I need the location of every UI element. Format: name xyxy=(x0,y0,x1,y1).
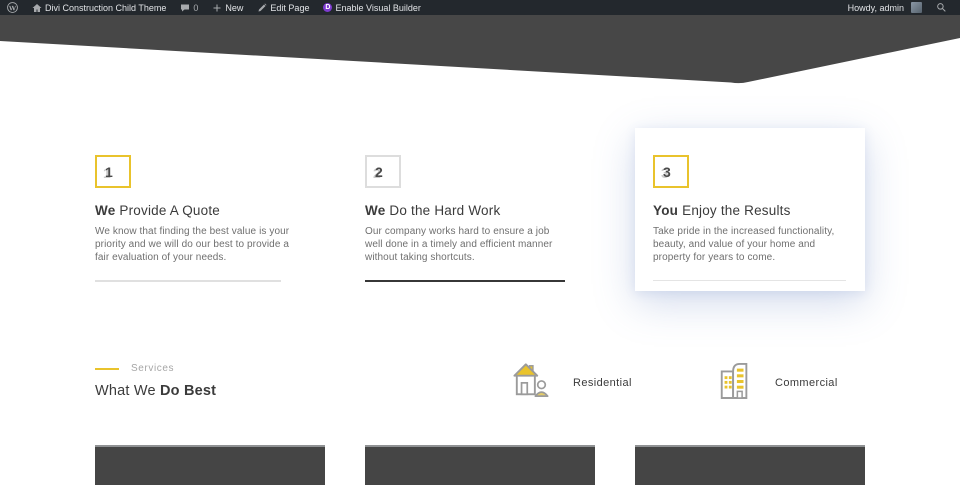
house-icon xyxy=(513,360,551,405)
comments-link[interactable]: 0 xyxy=(173,0,205,15)
step-description: Take pride in the increased functionalit… xyxy=(653,226,835,263)
pencil-icon xyxy=(257,3,267,13)
step-column-3-card: 3 You Enjoy the Results Take pride in the… xyxy=(635,128,865,291)
admin-search[interactable] xyxy=(929,0,954,15)
enable-visual-builder-link[interactable]: D Enable Visual Builder xyxy=(316,0,427,15)
building-icon xyxy=(717,360,753,405)
search-icon xyxy=(936,2,947,13)
site-name-link[interactable]: Divi Construction Child Theme xyxy=(25,0,173,15)
step-title-emphasis: We xyxy=(95,203,116,218)
comments-icon xyxy=(180,3,190,13)
services-title: What We Do Best xyxy=(95,383,216,399)
step-description: Our company works hard to ensure a job w… xyxy=(365,226,553,263)
howdy-label: Howdy, admin xyxy=(847,2,904,13)
step-title-rest: Provide A Quote xyxy=(119,203,220,218)
services-eyebrow: Services xyxy=(95,363,216,374)
step-number-box: 1 xyxy=(95,155,131,188)
admin-bar-right: Howdy, admin xyxy=(841,0,960,15)
step-title-emphasis: We xyxy=(365,203,386,218)
new-content-menu[interactable]: New xyxy=(205,0,250,15)
edit-page-link[interactable]: Edit Page xyxy=(250,0,316,15)
plus-icon xyxy=(212,3,222,13)
project-image[interactable] xyxy=(365,445,595,485)
page: Divi Construction Child Theme 0 New Edit… xyxy=(0,0,960,485)
step-column-2: 2 We Do the Hard Work Our company works h… xyxy=(365,128,595,291)
wordpress-logo-menu[interactable] xyxy=(0,0,25,15)
edit-page-label: Edit Page xyxy=(270,2,310,13)
accent-line xyxy=(95,367,119,370)
admin-bar-left: Divi Construction Child Theme 0 New Edit… xyxy=(0,0,428,15)
divider xyxy=(653,280,846,281)
hero-slanted-section xyxy=(0,15,960,85)
new-label: New xyxy=(225,2,244,13)
step-column-1: 1 We Provide A Quote We know that finding… xyxy=(95,128,325,291)
home-icon xyxy=(32,3,42,13)
step-number-box: 3 xyxy=(653,155,689,188)
services-heading-block: Services What We Do Best xyxy=(95,363,216,399)
divider xyxy=(365,280,565,282)
step-title: We Provide A Quote xyxy=(95,203,325,218)
visual-builder-label: Enable Visual Builder xyxy=(335,2,421,13)
step-title: We Do the Hard Work xyxy=(365,203,595,218)
step-description: We know that finding the best value is y… xyxy=(95,226,290,263)
services-title-bold: Do Best xyxy=(160,383,217,399)
step-title-rest: Enjoy the Results xyxy=(682,203,791,218)
divi-icon: D xyxy=(323,3,333,12)
services-eyebrow-label: Services xyxy=(131,363,175,374)
divider xyxy=(95,280,281,282)
site-name-label: Divi Construction Child Theme xyxy=(45,2,167,13)
my-account-menu[interactable]: Howdy, admin xyxy=(841,0,929,15)
wordpress-logo xyxy=(7,2,18,13)
step-number: 2 xyxy=(375,163,383,180)
comment-count: 0 xyxy=(193,2,199,13)
step-number: 3 xyxy=(663,163,671,180)
step-title-rest: Do the Hard Work xyxy=(389,203,501,218)
project-image[interactable] xyxy=(635,445,865,485)
project-image[interactable] xyxy=(95,445,325,485)
step-title: You Enjoy the Results xyxy=(653,203,847,218)
step-number: 1 xyxy=(105,163,113,180)
category-label: Commercial xyxy=(775,376,838,389)
category-residential[interactable]: Residential xyxy=(513,360,632,405)
category-label: Residential xyxy=(573,376,632,389)
avatar xyxy=(911,2,922,13)
wp-admin-bar: Divi Construction Child Theme 0 New Edit… xyxy=(0,0,960,15)
step-title-emphasis: You xyxy=(653,203,679,218)
services-title-normal: What We xyxy=(95,383,156,399)
step-number-box: 2 xyxy=(365,155,401,188)
category-commercial[interactable]: Commercial xyxy=(717,360,838,405)
